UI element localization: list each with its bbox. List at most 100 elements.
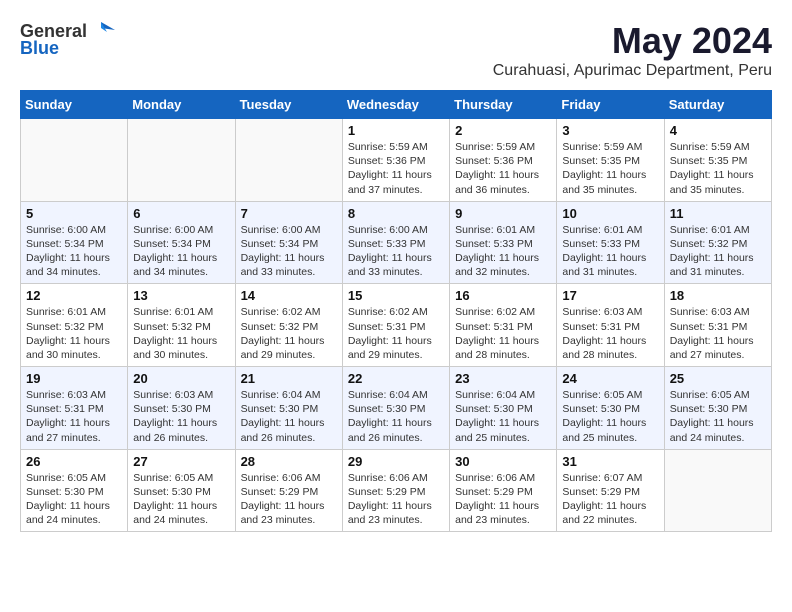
calendar-cell: 16Sunrise: 6:02 AM Sunset: 5:31 PM Dayli…: [450, 284, 557, 367]
calendar-body: 1 Sunrise: 5:59 AM Sunset: 5:36 PM Daylig…: [21, 119, 772, 532]
day-number: 12: [26, 288, 122, 303]
day-info: Sunrise: 6:04 AM Sunset: 5:30 PM Dayligh…: [348, 388, 444, 445]
calendar-cell: 27 Sunrise: 6:05 AM Sunset: 5:30 PM Dayli…: [128, 449, 235, 532]
day-number: 5: [26, 206, 122, 221]
day-number: 9: [455, 206, 551, 221]
calendar-week-1: 1 Sunrise: 5:59 AM Sunset: 5:36 PM Daylig…: [21, 119, 772, 202]
page-header: General Blue May 2024 Curahuasi, Apurima…: [20, 20, 772, 80]
day-info: Sunrise: 6:06 AM Sunset: 5:29 PM Dayligh…: [455, 471, 551, 528]
day-number: 10: [562, 206, 658, 221]
calendar-cell: 6 Sunrise: 6:00 AM Sunset: 5:34 PM Daylig…: [128, 201, 235, 284]
calendar-cell: [128, 119, 235, 202]
weekday-header-friday: Friday: [557, 91, 664, 119]
calendar-cell: 1 Sunrise: 5:59 AM Sunset: 5:36 PM Daylig…: [342, 119, 449, 202]
weekday-header-thursday: Thursday: [450, 91, 557, 119]
day-number: 18: [670, 288, 766, 303]
day-number: 17: [562, 288, 658, 303]
calendar-cell: 13 Sunrise: 6:01 AM Sunset: 5:32 PM Dayli…: [128, 284, 235, 367]
day-number: 20: [133, 371, 229, 386]
logo-blue: Blue: [20, 38, 59, 59]
calendar-cell: 26 Sunrise: 6:05 AM Sunset: 5:30 PM Dayli…: [21, 449, 128, 532]
day-number: 26: [26, 454, 122, 469]
weekday-header-tuesday: Tuesday: [235, 91, 342, 119]
calendar-week-2: 5 Sunrise: 6:00 AM Sunset: 5:34 PM Daylig…: [21, 201, 772, 284]
day-number: 3: [562, 123, 658, 138]
day-info: Sunrise: 6:07 AM Sunset: 5:29 PM Dayligh…: [562, 471, 658, 528]
calendar-cell: 31 Sunrise: 6:07 AM Sunset: 5:29 PM Dayli…: [557, 449, 664, 532]
calendar-cell: 11 Sunrise: 6:01 AM Sunset: 5:32 PM Dayli…: [664, 201, 771, 284]
weekday-header-monday: Monday: [128, 91, 235, 119]
calendar-cell: 9Sunrise: 6:01 AM Sunset: 5:33 PM Daylig…: [450, 201, 557, 284]
calendar-cell: 22 Sunrise: 6:04 AM Sunset: 5:30 PM Dayli…: [342, 367, 449, 450]
weekday-header-wednesday: Wednesday: [342, 91, 449, 119]
day-number: 7: [241, 206, 337, 221]
calendar-cell: 30 Sunrise: 6:06 AM Sunset: 5:29 PM Dayli…: [450, 449, 557, 532]
day-number: 13: [133, 288, 229, 303]
day-info: Sunrise: 6:06 AM Sunset: 5:29 PM Dayligh…: [348, 471, 444, 528]
day-info: Sunrise: 6:05 AM Sunset: 5:30 PM Dayligh…: [26, 471, 122, 528]
calendar-cell: 18Sunrise: 6:03 AM Sunset: 5:31 PM Dayli…: [664, 284, 771, 367]
calendar-cell: [664, 449, 771, 532]
day-number: 21: [241, 371, 337, 386]
day-info: Sunrise: 6:05 AM Sunset: 5:30 PM Dayligh…: [562, 388, 658, 445]
day-info: Sunrise: 6:02 AM Sunset: 5:32 PM Dayligh…: [241, 305, 337, 362]
day-info: Sunrise: 6:00 AM Sunset: 5:34 PM Dayligh…: [241, 223, 337, 280]
day-info: Sunrise: 6:06 AM Sunset: 5:29 PM Dayligh…: [241, 471, 337, 528]
day-info: Sunrise: 6:01 AM Sunset: 5:32 PM Dayligh…: [670, 223, 766, 280]
day-info: Sunrise: 6:01 AM Sunset: 5:32 PM Dayligh…: [133, 305, 229, 362]
logo: General Blue: [20, 20, 115, 59]
day-number: 2: [455, 123, 551, 138]
calendar-cell: 5 Sunrise: 6:00 AM Sunset: 5:34 PM Daylig…: [21, 201, 128, 284]
day-info: Sunrise: 6:03 AM Sunset: 5:31 PM Dayligh…: [26, 388, 122, 445]
title-section: May 2024 Curahuasi, Apurimac Department,…: [493, 20, 772, 80]
calendar-cell: 14Sunrise: 6:02 AM Sunset: 5:32 PM Dayli…: [235, 284, 342, 367]
calendar-cell: 7 Sunrise: 6:00 AM Sunset: 5:34 PM Daylig…: [235, 201, 342, 284]
day-info: Sunrise: 6:00 AM Sunset: 5:34 PM Dayligh…: [26, 223, 122, 280]
day-info: Sunrise: 5:59 AM Sunset: 5:35 PM Dayligh…: [670, 140, 766, 197]
month-title: May 2024: [493, 20, 772, 62]
calendar-cell: 3 Sunrise: 5:59 AM Sunset: 5:35 PM Daylig…: [557, 119, 664, 202]
day-info: Sunrise: 6:03 AM Sunset: 5:30 PM Dayligh…: [133, 388, 229, 445]
day-number: 16: [455, 288, 551, 303]
day-number: 27: [133, 454, 229, 469]
day-number: 11: [670, 206, 766, 221]
calendar-cell: 24Sunrise: 6:05 AM Sunset: 5:30 PM Dayli…: [557, 367, 664, 450]
day-info: Sunrise: 6:01 AM Sunset: 5:32 PM Dayligh…: [26, 305, 122, 362]
day-info: Sunrise: 6:05 AM Sunset: 5:30 PM Dayligh…: [133, 471, 229, 528]
day-info: Sunrise: 5:59 AM Sunset: 5:36 PM Dayligh…: [455, 140, 551, 197]
day-number: 22: [348, 371, 444, 386]
calendar-week-3: 12 Sunrise: 6:01 AM Sunset: 5:32 PM Dayli…: [21, 284, 772, 367]
day-info: Sunrise: 6:00 AM Sunset: 5:33 PM Dayligh…: [348, 223, 444, 280]
calendar-cell: 21Sunrise: 6:04 AM Sunset: 5:30 PM Dayli…: [235, 367, 342, 450]
weekday-header-sunday: Sunday: [21, 91, 128, 119]
calendar-cell: 12 Sunrise: 6:01 AM Sunset: 5:32 PM Dayli…: [21, 284, 128, 367]
day-info: Sunrise: 6:02 AM Sunset: 5:31 PM Dayligh…: [348, 305, 444, 362]
calendar-week-4: 19 Sunrise: 6:03 AM Sunset: 5:31 PM Dayli…: [21, 367, 772, 450]
calendar-cell: 19 Sunrise: 6:03 AM Sunset: 5:31 PM Dayli…: [21, 367, 128, 450]
day-info: Sunrise: 6:04 AM Sunset: 5:30 PM Dayligh…: [455, 388, 551, 445]
day-number: 4: [670, 123, 766, 138]
calendar-cell: [21, 119, 128, 202]
day-number: 19: [26, 371, 122, 386]
calendar-cell: 2 Sunrise: 5:59 AM Sunset: 5:36 PM Daylig…: [450, 119, 557, 202]
calendar-week-5: 26 Sunrise: 6:05 AM Sunset: 5:30 PM Dayli…: [21, 449, 772, 532]
day-number: 30: [455, 454, 551, 469]
weekday-header-saturday: Saturday: [664, 91, 771, 119]
day-number: 31: [562, 454, 658, 469]
day-info: Sunrise: 6:00 AM Sunset: 5:34 PM Dayligh…: [133, 223, 229, 280]
day-info: Sunrise: 5:59 AM Sunset: 5:36 PM Dayligh…: [348, 140, 444, 197]
calendar-cell: 28Sunrise: 6:06 AM Sunset: 5:29 PM Dayli…: [235, 449, 342, 532]
day-number: 6: [133, 206, 229, 221]
location-subtitle: Curahuasi, Apurimac Department, Peru: [493, 62, 772, 80]
day-info: Sunrise: 6:03 AM Sunset: 5:31 PM Dayligh…: [562, 305, 658, 362]
calendar-cell: 20 Sunrise: 6:03 AM Sunset: 5:30 PM Dayli…: [128, 367, 235, 450]
day-number: 29: [348, 454, 444, 469]
day-info: Sunrise: 5:59 AM Sunset: 5:35 PM Dayligh…: [562, 140, 658, 197]
calendar-table: SundayMondayTuesdayWednesdayThursdayFrid…: [20, 90, 772, 532]
calendar-cell: 4 Sunrise: 5:59 AM Sunset: 5:35 PM Daylig…: [664, 119, 771, 202]
calendar-cell: 8 Sunrise: 6:00 AM Sunset: 5:33 PM Daylig…: [342, 201, 449, 284]
weekday-header-row: SundayMondayTuesdayWednesdayThursdayFrid…: [21, 91, 772, 119]
day-number: 25: [670, 371, 766, 386]
day-number: 8: [348, 206, 444, 221]
day-number: 1: [348, 123, 444, 138]
